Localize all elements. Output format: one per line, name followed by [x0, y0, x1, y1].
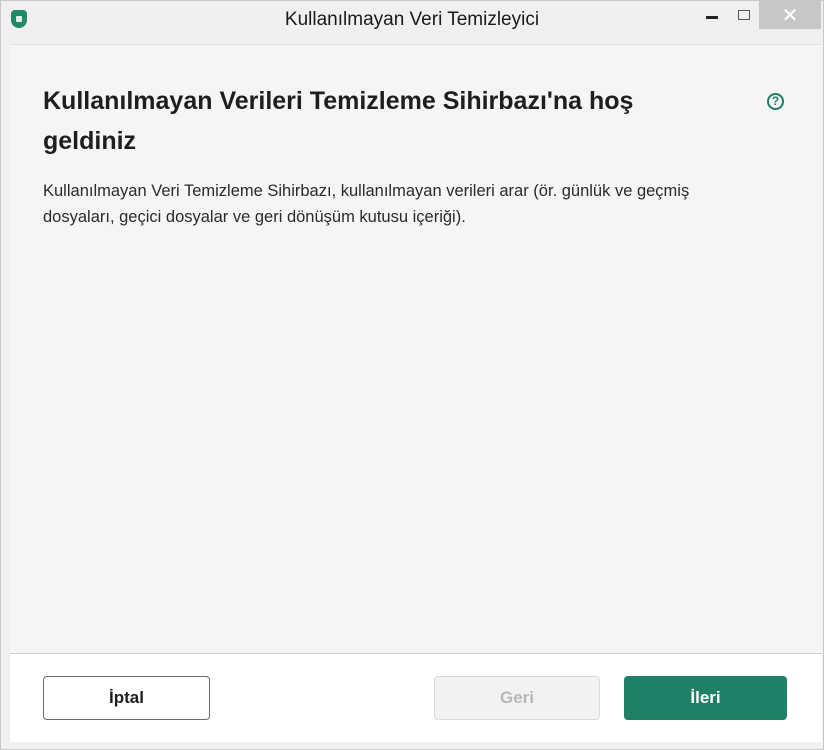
- minimize-button[interactable]: [695, 1, 729, 29]
- close-button[interactable]: ✕: [759, 1, 821, 29]
- next-button[interactable]: İleri: [624, 676, 787, 720]
- back-button: Geri: [434, 676, 600, 720]
- cancel-button[interactable]: İptal: [43, 676, 210, 720]
- wizard-description: Kullanılmayan Veri Temizleme Sihirbazı, …: [43, 182, 690, 226]
- title-bar[interactable]: Kullanılmayan Veri Temizleyici ✕: [1, 1, 823, 39]
- maximize-button[interactable]: [729, 1, 759, 29]
- close-icon: ✕: [781, 4, 799, 27]
- wizard-footer: İptal Geri İleri: [10, 653, 822, 742]
- page-title: Kullanılmayan Verileri Temizleme Sihirba…: [43, 87, 634, 155]
- help-icon[interactable]: ?: [767, 93, 784, 110]
- wizard-content: Kullanılmayan Verileri Temizleme Sihirba…: [10, 44, 822, 653]
- minimize-icon: [706, 15, 718, 19]
- cleaner-window: Kullanılmayan Veri Temizleyici ✕ Kullanı…: [0, 0, 824, 750]
- maximize-icon: [738, 10, 750, 20]
